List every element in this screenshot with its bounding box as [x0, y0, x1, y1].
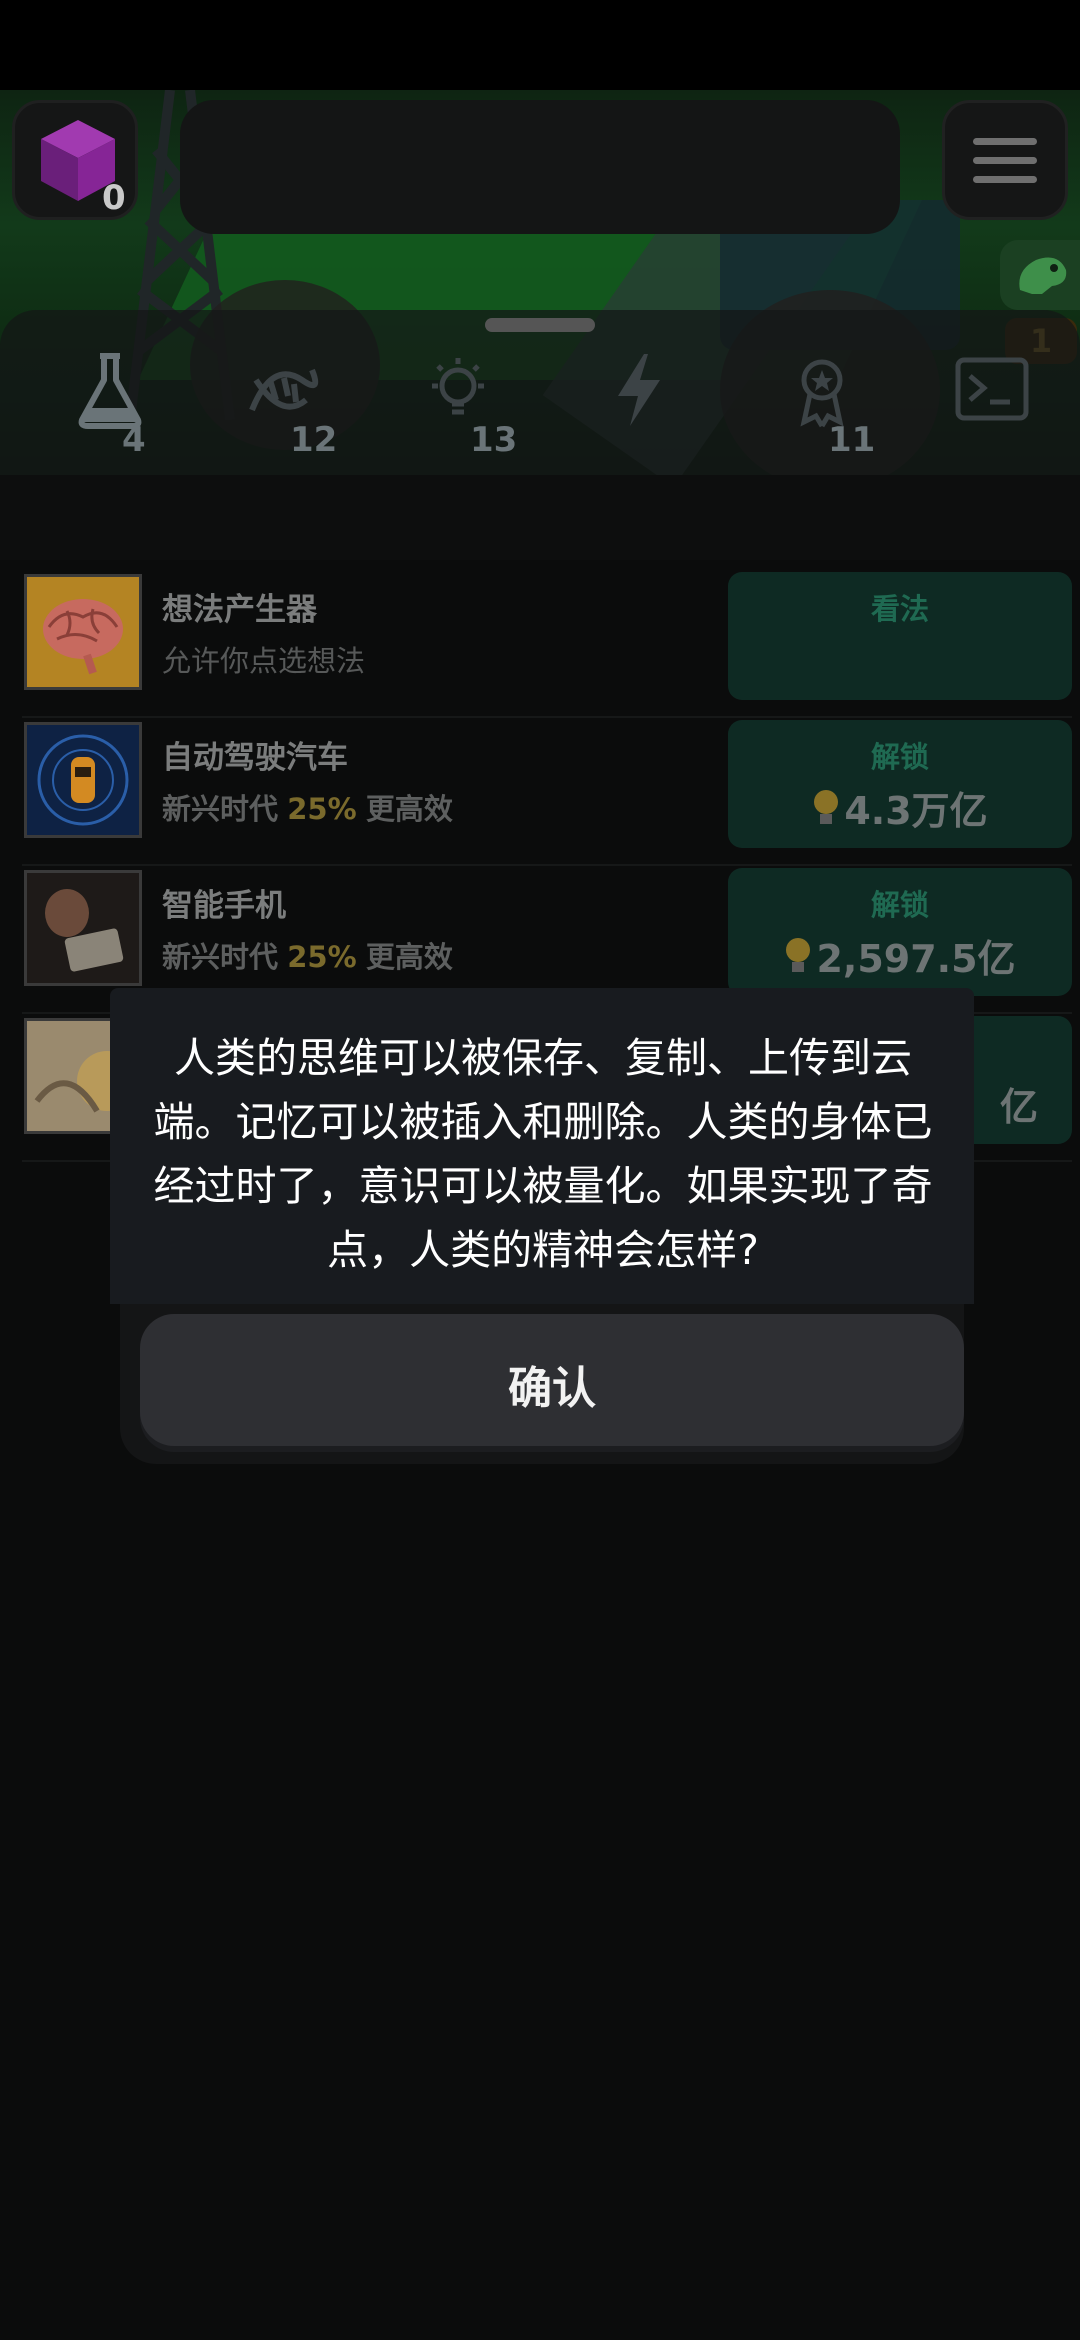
self-driving-car-icon [24, 722, 142, 838]
unlock-button[interactable]: 解锁 2,597.5亿 [728, 868, 1072, 996]
menu-icon [973, 175, 1037, 183]
tab-energy[interactable] [580, 350, 700, 460]
cost-value: 亿 [999, 1085, 1038, 1129]
brain-icon [24, 574, 142, 690]
dna-icon [249, 368, 319, 412]
menu-icon [973, 137, 1037, 145]
unlock-button[interactable]: 解锁 4.3万亿 [728, 720, 1072, 848]
tab-dna[interactable]: 12 [222, 350, 342, 460]
lightbulb-icon [814, 790, 839, 824]
effect-label: 更高效 [365, 792, 453, 826]
boost-percent: 25% [287, 940, 357, 974]
tab-achievements[interactable]: 11 [762, 350, 882, 460]
research-description: 新兴时代 25% 更高效 [162, 786, 453, 828]
unlock-cost: 2,597.5亿 [728, 928, 1072, 983]
panel-spacer [0, 475, 1080, 560]
tab-research[interactable]: 4 [50, 350, 170, 460]
message-dialog: 人类的思维可以被保存、复制、上传到云端。记忆可以被插入和删除。人类的身体已经过时… [110, 988, 974, 1468]
confirm-button[interactable]: 确认 [140, 1314, 964, 1446]
terminal-icon [955, 357, 1029, 421]
drag-handle[interactable] [485, 318, 595, 332]
research-description: 允许你点选想法 [162, 644, 366, 678]
effect-label: 更高效 [365, 940, 453, 974]
game-screen: 0 1 4 12 [0, 0, 1080, 2340]
tab-count: 13 [470, 420, 518, 460]
dialog-message: 人类的思维可以被保存、复制、上传到云端。记忆可以被插入和删除。人类的身体已经过时… [153, 1034, 933, 1274]
research-title: 想法产生器 [162, 592, 317, 628]
list-item: 想法产生器 允许你点选想法 看法 [22, 570, 1072, 718]
dino-icon [1019, 257, 1067, 294]
era-label: 新兴时代 [162, 792, 279, 826]
era-label: 新兴时代 [162, 940, 279, 974]
lightning-icon [618, 354, 660, 426]
research-title: 智能手机 [162, 888, 286, 924]
research-description: 新兴时代 25% 更高效 [162, 934, 453, 976]
tab-ideas[interactable]: 13 [398, 350, 518, 460]
tab-count: 11 [828, 420, 876, 460]
lightbulb-icon [786, 938, 811, 972]
lightbulb-icon [432, 358, 484, 415]
research-title: 自动驾驶汽车 [162, 740, 348, 776]
menu-icon [973, 156, 1037, 164]
menu-button[interactable] [942, 100, 1068, 220]
dialog-body: 人类的思维可以被保存、复制、上传到云端。记忆可以被插入和删除。人类的身体已经过时… [110, 988, 974, 1304]
cost-value: 2,597.5亿 [816, 937, 1016, 981]
unlock-cost: 4.3万亿 [728, 780, 1072, 835]
list-item: 自动驾驶汽车 新兴时代 25% 更高效 解锁 4.3万亿 [22, 718, 1072, 866]
view-button[interactable]: 看法 [728, 572, 1072, 700]
award-icon [800, 359, 844, 428]
dialog-footer: 确认 [120, 1304, 964, 1464]
cube-count: 0 [102, 178, 126, 218]
button-label: 看法 [870, 592, 929, 626]
title-bar [180, 100, 900, 234]
smartphone-icon [24, 870, 142, 986]
status-bar [0, 0, 1080, 90]
confirm-label: 确认 [508, 1363, 596, 1414]
tab-count: 12 [290, 420, 338, 460]
tab-console[interactable] [932, 350, 1052, 460]
boost-percent: 25% [287, 792, 357, 826]
tab-count: 4 [122, 420, 146, 460]
flask-icon [78, 353, 142, 429]
button-label: 解锁 [870, 888, 929, 922]
dino-button[interactable] [1000, 240, 1080, 310]
button-label: 解锁 [870, 740, 929, 774]
cost-value: 4.3万亿 [844, 789, 988, 833]
